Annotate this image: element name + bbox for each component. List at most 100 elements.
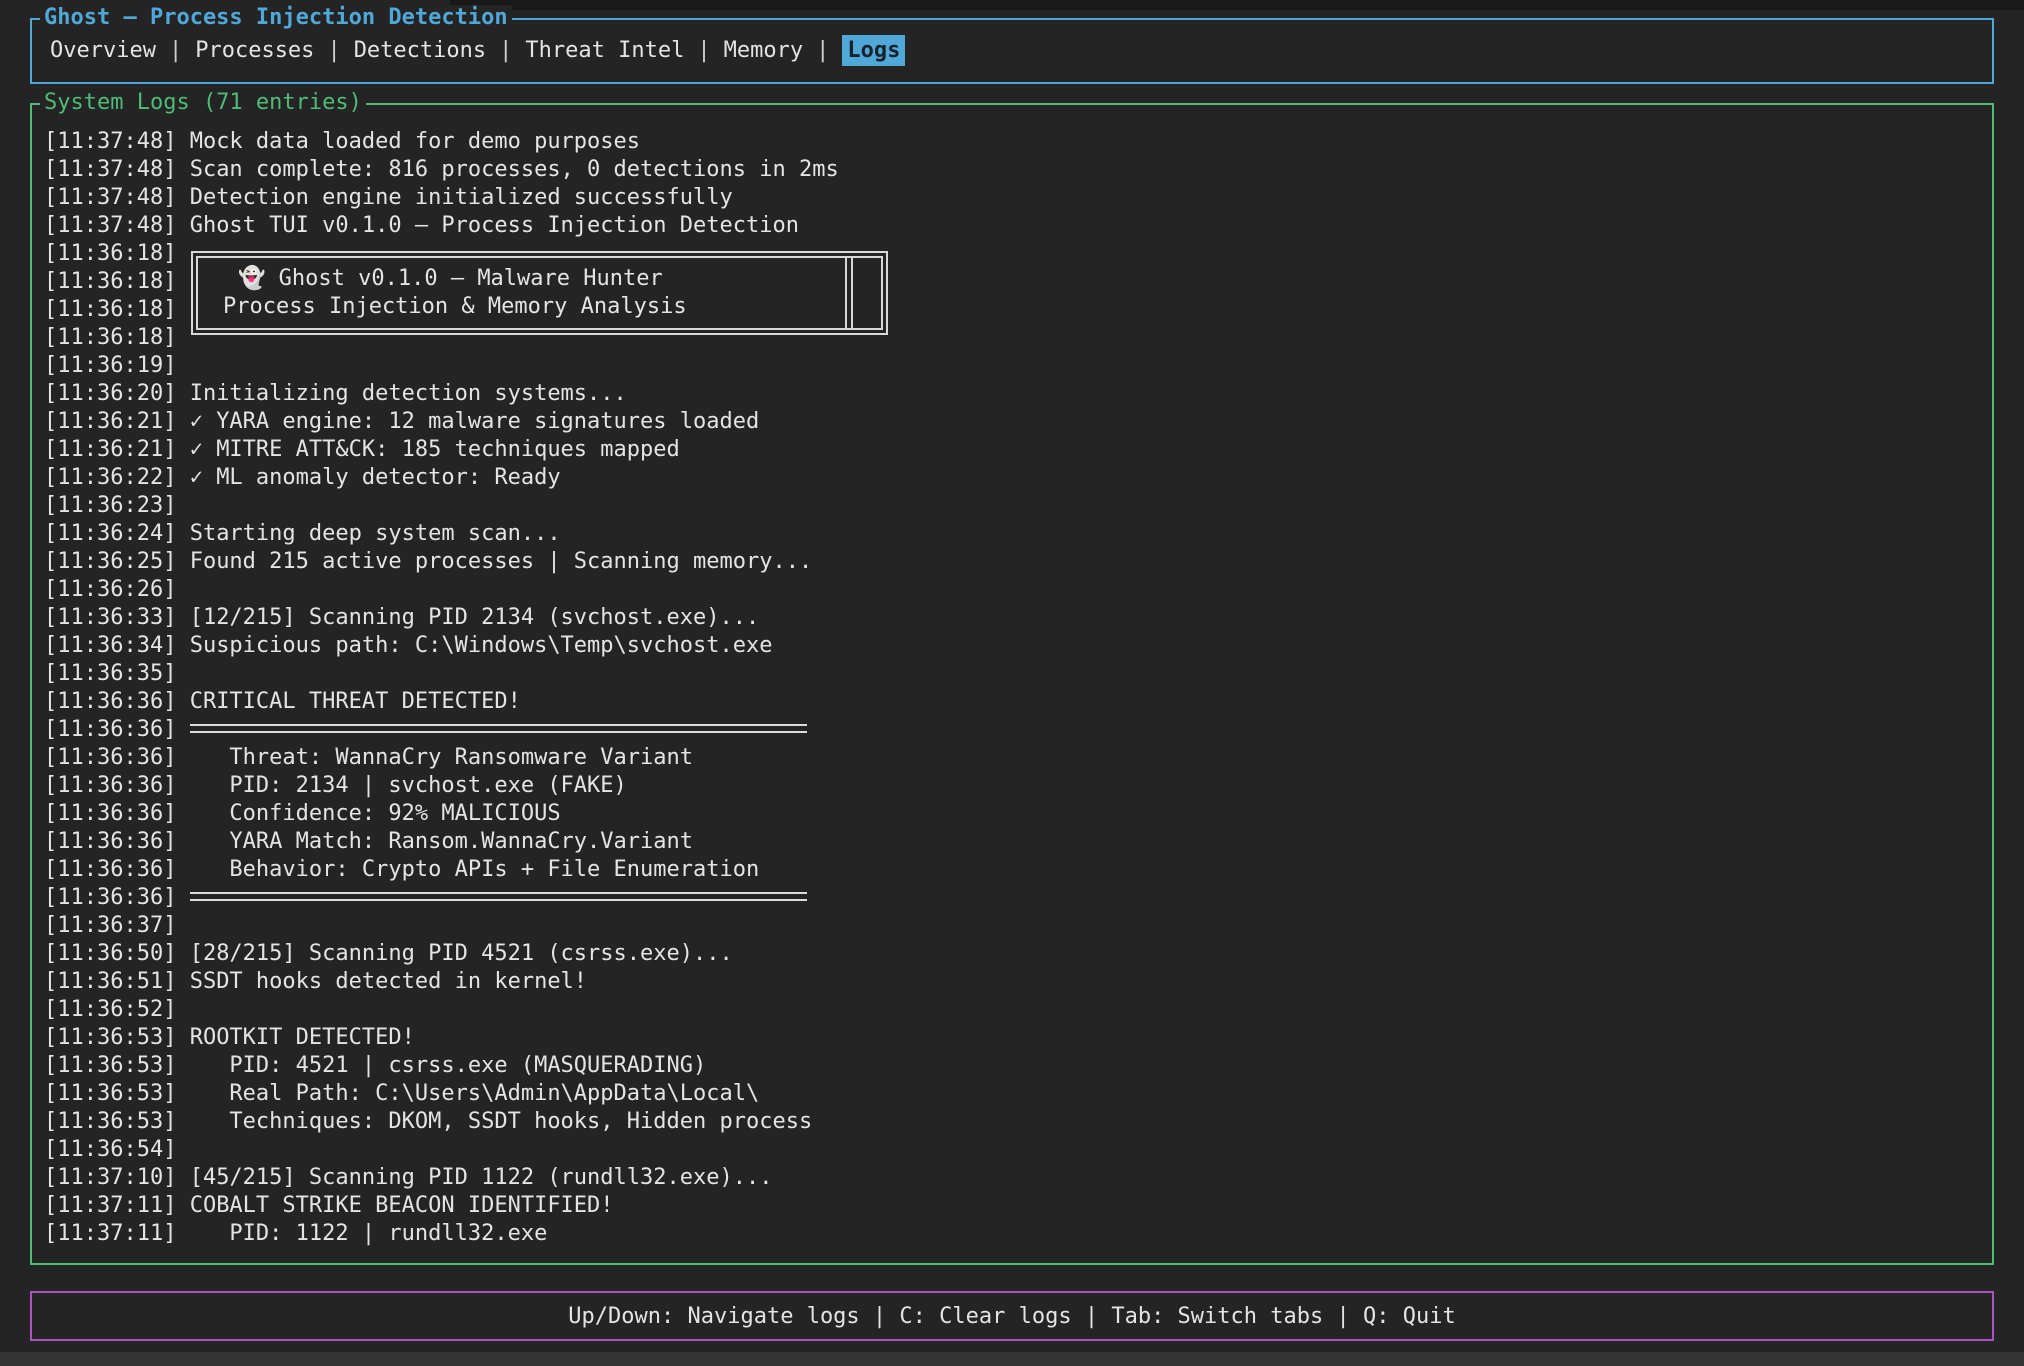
log-timestamp: [11:36:18] — [44, 269, 176, 294]
log-message: ✓ YARA engine: 12 malware signatures loa… — [176, 409, 759, 434]
log-timestamp: [11:36:54] — [44, 1137, 176, 1162]
log-line: [11:36:36] CRITICAL THREAT DETECTED! — [44, 688, 1992, 716]
log-timestamp: [11:36:19] — [44, 353, 176, 378]
tab-bar: Overview | Processes | Detections | Threat Int… — [50, 20, 905, 82]
log-timestamp: [11:36:51] — [44, 969, 176, 994]
log-message: Techniques: DKOM, SSDT hooks, Hidden pro… — [176, 1109, 812, 1134]
tab-bar-panel: Ghost — Process Injection Detection Over… — [30, 18, 1994, 84]
log-message: YARA Match: Ransom.WannaCry.Variant — [176, 829, 693, 854]
log-line: [11:36:36] — [44, 884, 1992, 912]
log-line: [11:36:33] [12/215] Scanning PID 2134 (s… — [44, 604, 1992, 632]
log-message: ✓ MITRE ATT&CK: 185 techniques mapped — [176, 437, 679, 462]
log-line: [11:37:48] Scan complete: 816 processes,… — [44, 156, 1992, 184]
log-line: [11:36:35] — [44, 660, 1992, 688]
log-line: [11:36:24] Starting deep system scan... — [44, 520, 1992, 548]
ghost-banner-line1: 👻 Ghost v0.1.0 — Malware Hunter — [198, 265, 881, 293]
log-line: [11:36:37] — [44, 912, 1992, 940]
log-timestamp: [11:36:18] — [44, 297, 176, 322]
log-line: [11:36:19] — [44, 352, 1992, 380]
log-timestamp: [11:37:11] — [44, 1193, 176, 1218]
log-message: PID: 1122 | rundll32.exe — [176, 1221, 547, 1246]
log-message: [45/215] Scanning PID 1122 (rundll32.exe… — [176, 1165, 772, 1190]
tab-threat-intel[interactable]: Threat Intel — [525, 38, 684, 63]
log-message: ROOTKIT DETECTED! — [176, 1025, 414, 1050]
log-timestamp: [11:37:48] — [44, 129, 176, 154]
log-timestamp: [11:36:24] — [44, 521, 176, 546]
log-message: Starting deep system scan... — [176, 521, 560, 546]
log-line: [11:36:22] ✓ ML anomaly detector: Ready — [44, 464, 1992, 492]
tab-memory[interactable]: Memory — [724, 38, 803, 63]
log-line: [11:36:34] Suspicious path: C:\Windows\T… — [44, 632, 1992, 660]
log-timestamp: [11:36:22] — [44, 465, 176, 490]
log-timestamp: [11:36:35] — [44, 661, 176, 686]
log-line: [11:37:48] Ghost TUI v0.1.0 — Process In… — [44, 212, 1992, 240]
log-line: [11:36:53] ROOTKIT DETECTED! — [44, 1024, 1992, 1052]
log-timestamp: [11:36:36] — [44, 885, 176, 910]
log-timestamp: [11:37:10] — [44, 1165, 176, 1190]
log-message: Detection engine initialized successfull… — [176, 185, 732, 210]
log-timestamp: [11:36:26] — [44, 577, 176, 602]
log-line: [11:36:36] Behavior: Crypto APIs + File … — [44, 856, 1992, 884]
log-message: Initializing detection systems... — [176, 381, 626, 406]
ghost-banner-inner-border — [845, 258, 853, 328]
log-timestamp: [11:36:25] — [44, 549, 176, 574]
ghost-banner-line2: Process Injection & Memory Analysis — [198, 293, 881, 321]
log-message: CRITICAL THREAT DETECTED! — [176, 689, 520, 714]
log-line: [11:36:26] — [44, 576, 1992, 604]
log-message: Scan complete: 816 processes, 0 detectio… — [176, 157, 838, 182]
log-timestamp: [11:36:33] — [44, 605, 176, 630]
log-timestamp: [11:36:23] — [44, 493, 176, 518]
log-timestamp: [11:36:21] — [44, 437, 176, 462]
terminal-screen: Ghost — Process Injection Detection Over… — [0, 0, 2024, 1366]
log-timestamp: [11:36:53] — [44, 1081, 176, 1106]
tab-logs[interactable]: Logs — [842, 35, 905, 66]
log-line: [11:36:36] Threat: WannaCry Ransomware V… — [44, 744, 1992, 772]
log-timestamp: [11:36:21] — [44, 409, 176, 434]
log-divider — [190, 892, 807, 901]
log-line: [11:36:21] ✓ MITRE ATT&CK: 185 technique… — [44, 436, 1992, 464]
log-message: Mock data loaded for demo purposes — [176, 129, 640, 154]
log-message: PID: 2134 | svchost.exe (FAKE) — [176, 773, 626, 798]
log-line: [11:37:10] [45/215] Scanning PID 1122 (r… — [44, 1164, 1992, 1192]
log-line: [11:36:20] Initializing detection system… — [44, 380, 1992, 408]
log-message: COBALT STRIKE BEACON IDENTIFIED! — [176, 1193, 613, 1218]
status-bar-hints: Up/Down: Navigate logs | C: Clear logs |… — [568, 1304, 1455, 1329]
log-message: Ghost TUI v0.1.0 — Process Injection Det… — [176, 213, 799, 238]
log-message: [28/215] Scanning PID 4521 (csrss.exe)..… — [176, 941, 732, 966]
window-top-edge — [450, 0, 2024, 10]
log-timestamp: [11:36:53] — [44, 1025, 176, 1050]
log-timestamp: [11:36:18] — [44, 325, 176, 350]
log-line: [11:37:11] PID: 1122 | rundll32.exe — [44, 1220, 1992, 1248]
tab-separator: | — [169, 38, 182, 63]
log-message: ✓ ML anomaly detector: Ready — [176, 465, 560, 490]
log-timestamp: [11:36:34] — [44, 633, 176, 658]
tab-processes[interactable]: Processes — [195, 38, 314, 63]
log-timestamp: [11:36:37] — [44, 913, 176, 938]
log-line: [11:37:11] COBALT STRIKE BEACON IDENTIFI… — [44, 1192, 1992, 1220]
log-message: Threat: WannaCry Ransomware Variant — [176, 745, 693, 770]
log-divider — [190, 724, 807, 733]
log-line: [11:37:48] Mock data loaded for demo pur… — [44, 128, 1992, 156]
tab-separator: | — [816, 38, 829, 63]
log-timestamp: [11:36:18] — [44, 241, 176, 266]
log-timestamp: [11:36:36] — [44, 717, 176, 742]
log-line: [11:37:48] Detection engine initialized … — [44, 184, 1992, 212]
tab-detections[interactable]: Detections — [354, 38, 486, 63]
log-message — [176, 885, 806, 910]
log-timestamp: [11:36:36] — [44, 857, 176, 882]
log-message: [12/215] Scanning PID 2134 (svchost.exe)… — [176, 605, 759, 630]
log-timestamp: [11:36:50] — [44, 941, 176, 966]
system-logs-panel: System Logs (71 entries) [11:37:48] Mock… — [30, 103, 1994, 1265]
log-line: [11:36:53] PID: 4521 | csrss.exe (MASQUE… — [44, 1052, 1992, 1080]
tab-separator: | — [327, 38, 340, 63]
log-timestamp: [11:36:36] — [44, 801, 176, 826]
log-timestamp: [11:36:52] — [44, 997, 176, 1022]
log-message: Found 215 active processes | Scanning me… — [176, 549, 812, 574]
log-timestamp: [11:37:48] — [44, 157, 176, 182]
log-line: [11:36:21] ✓ YARA engine: 12 malware sig… — [44, 408, 1992, 436]
tab-overview[interactable]: Overview — [50, 38, 156, 63]
log-message: Confidence: 92% MALICIOUS — [176, 801, 560, 826]
log-timestamp: [11:36:36] — [44, 745, 176, 770]
log-line: [11:36:53] Techniques: DKOM, SSDT hooks,… — [44, 1108, 1992, 1136]
log-line: [11:36:36] PID: 2134 | svchost.exe (FAKE… — [44, 772, 1992, 800]
